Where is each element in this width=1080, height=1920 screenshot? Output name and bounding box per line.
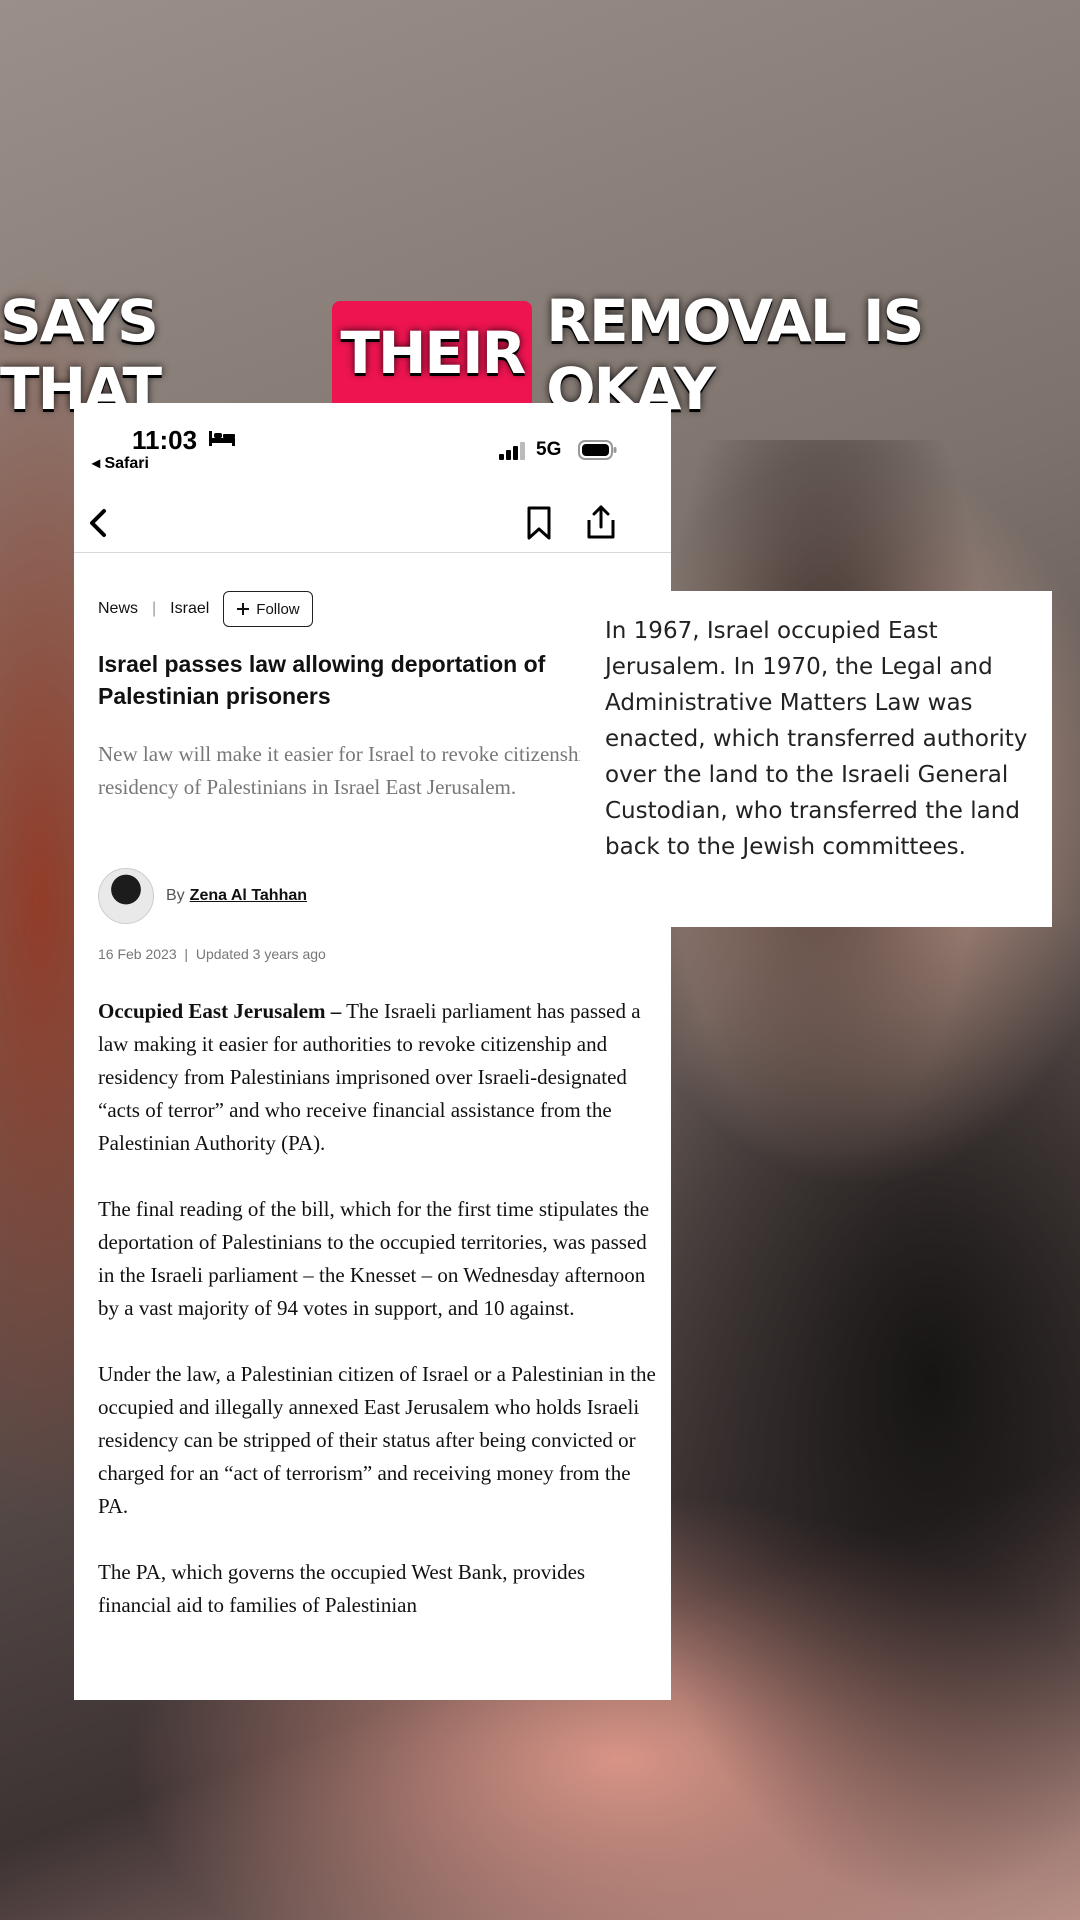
chevron-left-icon[interactable] <box>84 503 114 543</box>
publish-date: 16 Feb 2023 <box>98 946 177 962</box>
share-icon[interactable] <box>584 503 618 541</box>
dateline: Occupied East Jerusalem – <box>98 999 342 1023</box>
status-bar: 11:03 ◂ Safari 5G <box>74 403 671 483</box>
by-label: By <box>166 887 185 904</box>
plus-icon <box>237 603 250 615</box>
article-paragraph: The final reading of the bill, which for… <box>98 1197 650 1320</box>
breadcrumb-news[interactable]: News <box>98 600 138 618</box>
bookmark-icon[interactable] <box>524 505 554 541</box>
article-paragraph: Occupied East Jerusalem – The Israeli pa… <box>98 999 641 1155</box>
signal-icon <box>499 442 525 460</box>
follow-button[interactable]: Follow <box>223 591 313 627</box>
article-paragraph: Under the law, a Palestinian citizen of … <box>98 1362 656 1518</box>
bed-icon <box>209 431 235 446</box>
network-label: 5G <box>536 439 562 460</box>
updated-time: Updated 3 years ago <box>195 946 326 962</box>
back-to-safari-link[interactable]: ◂ Safari <box>92 453 149 473</box>
caption-highlight-word: THEIR <box>332 301 533 409</box>
author-byline: By Zena Al Tahhan <box>98 868 307 924</box>
article-paragraph: The PA, which governs the occupied West … <box>98 1560 586 1617</box>
video-caption: SAYS THAT THEIR REMOVAL IS OKAY <box>0 287 1080 423</box>
status-time: 11:03 <box>132 425 198 455</box>
article-headline: Israel passes law allowing deportation o… <box>98 651 546 709</box>
article-navbar <box>74 493 671 553</box>
article-body: Occupied East Jerusalem – The Israeli pa… <box>98 995 658 1655</box>
breadcrumb: News | Israel Follow <box>98 591 313 627</box>
overlay-note-text: In 1967, Israel occupied East Jerusalem.… <box>605 618 1028 860</box>
navbar-divider <box>74 552 671 553</box>
author-link[interactable]: Zena Al Tahhan <box>190 887 307 905</box>
article-date-line: 16 Feb 2023 | Updated 3 years ago <box>98 946 326 962</box>
avatar <box>98 868 154 924</box>
article-standfirst: New law will make it easier for Israel t… <box>98 742 631 799</box>
breadcrumb-separator: | <box>152 600 157 617</box>
follow-label: Follow <box>256 600 300 618</box>
overlay-note-card: In 1967, Israel occupied East Jerusalem.… <box>580 591 1052 927</box>
battery-icon <box>578 440 617 460</box>
breadcrumb-israel[interactable]: Israel <box>170 600 209 618</box>
date-separator: | <box>180 946 192 962</box>
